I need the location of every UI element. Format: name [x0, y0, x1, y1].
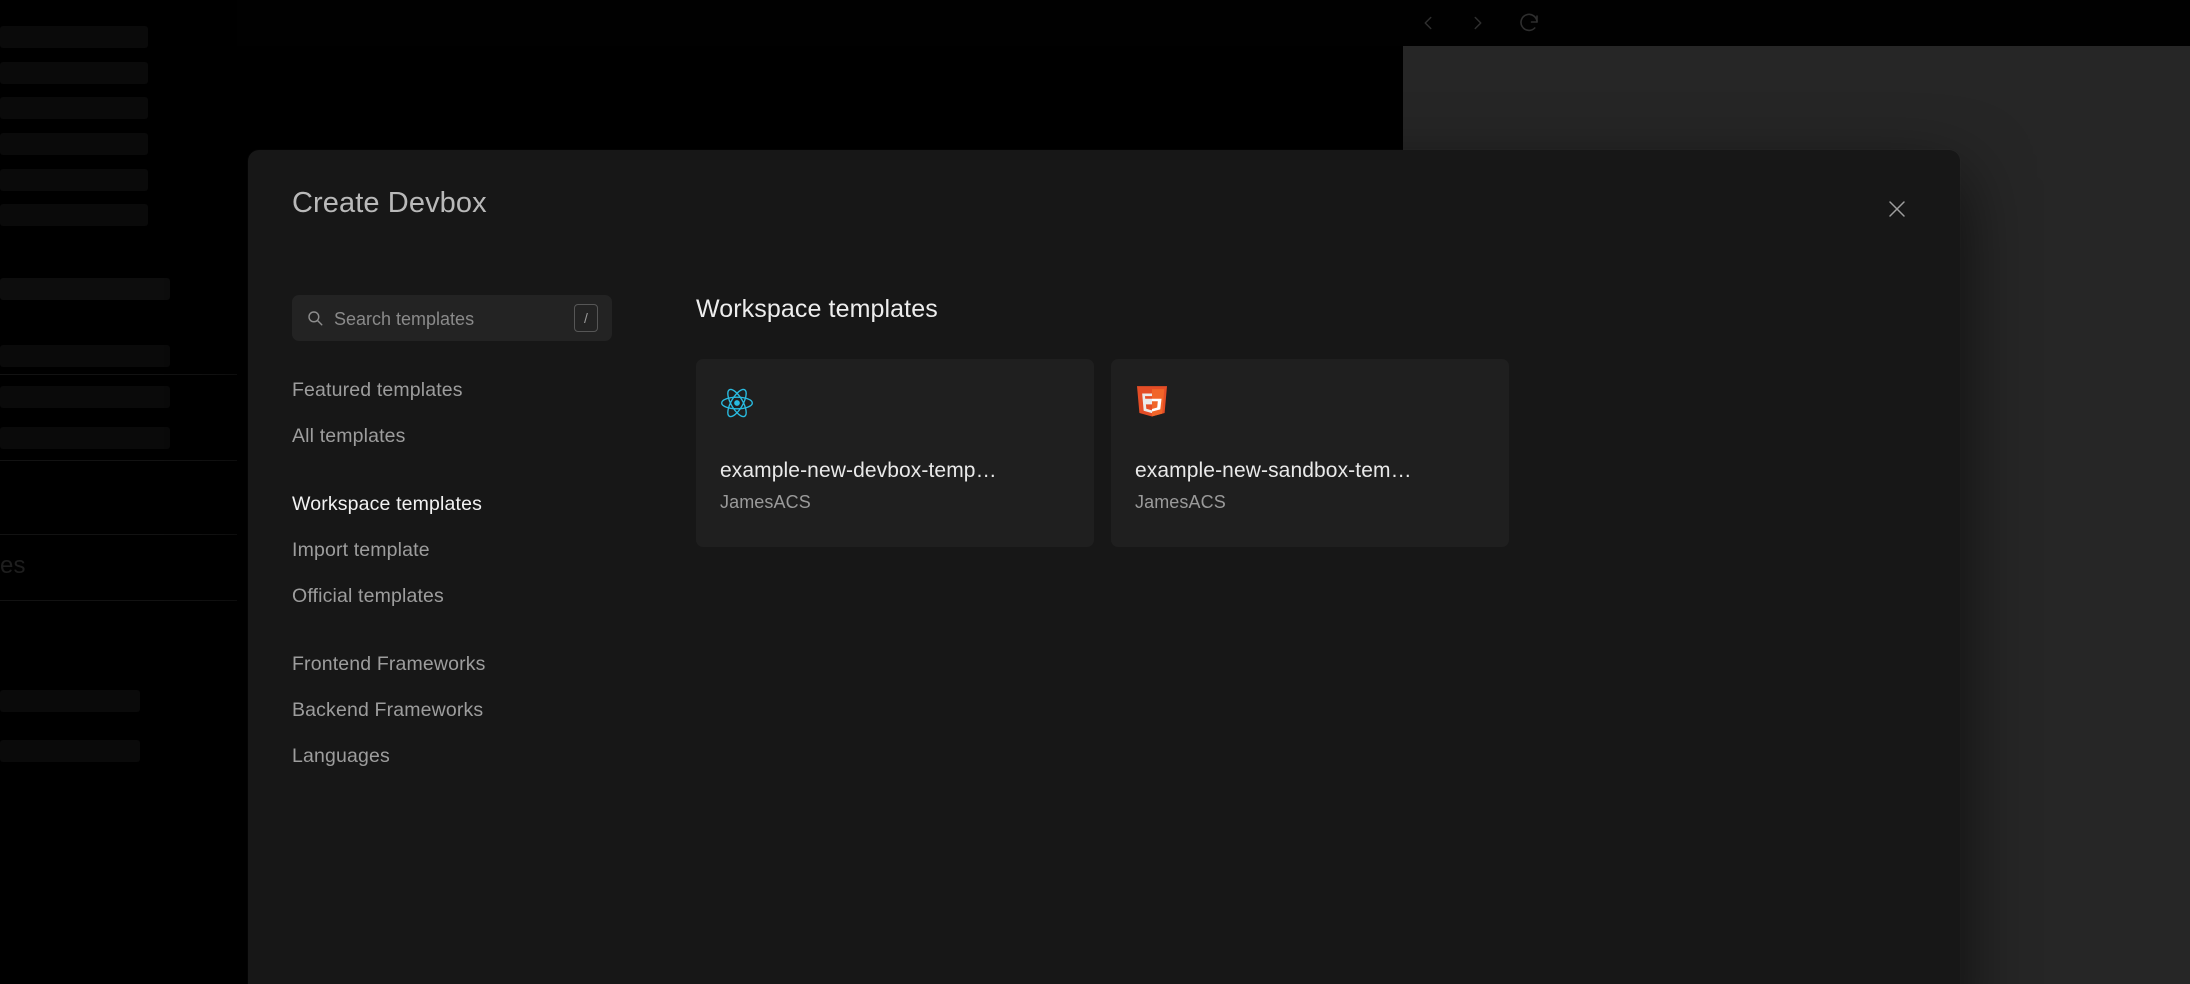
background-sidebar-item — [0, 740, 140, 762]
background-sidebar-item — [0, 386, 170, 408]
modal-title: Create Devbox — [292, 187, 487, 219]
sidebar-item-featured-templates[interactable]: Featured templates — [292, 367, 622, 413]
template-name: example-new-devbox-temp… — [720, 459, 997, 482]
template-name: example-new-sandbox-tem… — [1135, 459, 1412, 482]
background-sidebar-item — [0, 690, 140, 712]
react-logo-icon — [720, 386, 754, 420]
template-card[interactable]: example-new-sandbox-tem… JamesACS — [1111, 359, 1509, 547]
background-divider — [0, 460, 237, 461]
create-devbox-modal: Create Devbox / — [248, 150, 1960, 984]
template-card-grid: example-new-devbox-temp… JamesACS exampl… — [696, 359, 1920, 547]
background-sidebar: es — [0, 0, 237, 984]
back-arrow-icon[interactable] — [1417, 12, 1439, 34]
background-sidebar-item — [0, 345, 170, 367]
sidebar-item-import-template[interactable]: Import template — [292, 527, 622, 573]
html5-logo-icon — [1135, 386, 1169, 420]
sidebar-item-frontend-frameworks[interactable]: Frontend Frameworks — [292, 641, 622, 687]
nav-group: Featured templates All templates — [292, 367, 622, 459]
background-sidebar-item — [0, 133, 148, 155]
background-divider — [0, 600, 237, 601]
background-divider — [0, 374, 237, 375]
sidebar-item-official-templates[interactable]: Official templates — [292, 573, 622, 619]
search-input[interactable] — [332, 295, 560, 343]
section-title: Workspace templates — [696, 295, 938, 323]
sidebar-item-workspace-templates[interactable]: Workspace templates — [292, 481, 622, 527]
close-button[interactable] — [1880, 192, 1914, 226]
background-sidebar-item — [0, 278, 170, 300]
sidebar-item-all-templates[interactable]: All templates — [292, 413, 622, 459]
search-templates-field[interactable]: / — [292, 295, 612, 343]
background-sidebar-item — [0, 427, 170, 449]
background-sidebar-item — [0, 26, 148, 48]
modal-main-panel: Workspace templates example-new-devbox-t… — [696, 295, 1920, 547]
search-shortcut-badge[interactable]: / — [574, 304, 598, 332]
background-sidebar-item — [0, 62, 148, 84]
nav-group: Frontend Frameworks Backend Frameworks L… — [292, 641, 622, 779]
background-sidebar-item — [0, 97, 148, 119]
template-category-nav: Featured templates All templates Workspa… — [292, 367, 622, 779]
template-author: JamesACS — [1135, 492, 1226, 512]
template-card[interactable]: example-new-devbox-temp… JamesACS — [696, 359, 1094, 547]
browser-nav-controls — [1403, 0, 1541, 46]
nav-group: Workspace templates Import template Offi… — [292, 481, 622, 619]
background-topbar — [0, 0, 2190, 46]
forward-arrow-icon[interactable] — [1467, 12, 1489, 34]
background-sidebar-item — [0, 169, 148, 191]
modal-sidebar: / Featured templates All templates Works… — [292, 295, 622, 779]
sidebar-item-languages[interactable]: Languages — [292, 733, 622, 779]
close-icon — [1885, 197, 1909, 221]
sidebar-item-backend-frameworks[interactable]: Backend Frameworks — [292, 687, 622, 733]
background-divider — [0, 534, 237, 535]
template-author: JamesACS — [720, 492, 811, 512]
background-sidebar-item — [0, 204, 148, 226]
screen-root: es Create Devbox Search templates / Feat… — [0, 0, 2190, 984]
reload-icon[interactable] — [1517, 11, 1541, 35]
background-truncated-label: es — [0, 552, 26, 579]
search-icon — [306, 309, 324, 327]
